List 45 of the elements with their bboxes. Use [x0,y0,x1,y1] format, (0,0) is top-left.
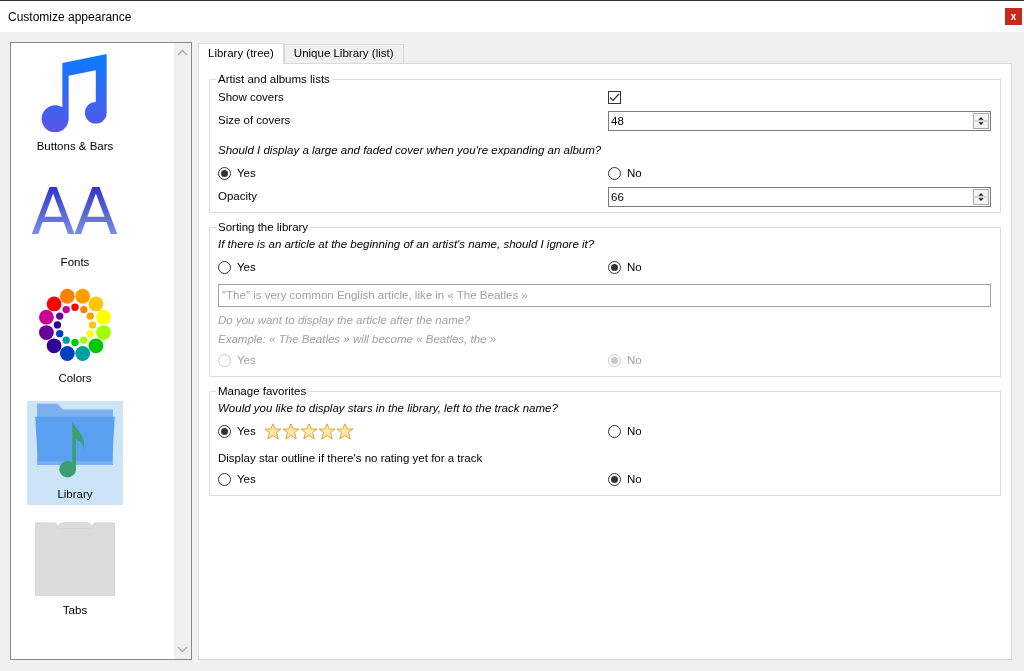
category-label: Buttons & Bars [36,138,114,154]
category-item[interactable]: AA Fonts [27,169,123,273]
radio-option[interactable]: No [608,258,642,277]
close-button[interactable]: x [1005,8,1022,25]
field-label: Size of covers [218,112,291,128]
tab[interactable]: Library (tree) [198,43,284,64]
tab-page-icon [35,521,115,596]
question-text: Would you like to display stars in the library, left to the track name? [218,401,558,417]
radio-option[interactable]: Yes [218,258,256,277]
window-title: Customize appearance [8,8,132,26]
category-item[interactable]: Tabs [27,517,123,621]
category-label: Tabs [62,602,88,618]
question-text: Should I display a large and faded cover when you're expanding an album? [218,143,602,159]
radio-option[interactable]: Yes [218,470,256,489]
radio-option[interactable]: No [608,422,642,441]
radio-option[interactable]: Yes [218,422,256,441]
star-icon [335,423,354,440]
text-field[interactable]: "The" is very common English article, like in « The Beatles » [218,283,991,307]
folder-note-icon [32,402,118,480]
tab[interactable]: Unique Library (list) [283,44,404,63]
number-field[interactable]: 48 [608,110,991,131]
radio-option[interactable]: No [608,470,642,489]
question-text: Example: « The Beatles » will become « Beatles, the » [218,331,497,347]
category-label: Colors [58,370,92,386]
star-icon [281,423,300,440]
checkbox[interactable] [608,91,621,104]
category-item[interactable]: Library [27,401,123,505]
star-icon [263,423,282,440]
number-field[interactable]: 66 [608,186,991,207]
question-text: If there is an article at the beginning of an artist's name, should I ignore it? [218,237,595,253]
group-title: Sorting the library [217,220,310,234]
radio-option[interactable]: No [608,164,642,183]
field-label: Show covers [218,89,284,105]
field-label: Opacity [218,188,257,204]
group-title: Artist and albums lists [217,72,331,86]
question-text: Do you want to display the article after the name? [218,312,471,328]
radio-option[interactable]: Yes [218,164,256,183]
group-title: Manage favorites [217,384,308,398]
field-label: Display star outline if there's no rating yet for a track [218,450,483,466]
category-item[interactable]: Colors [27,285,123,389]
category-label: Library [57,486,93,502]
category-label: Fonts [60,254,90,270]
star-icon [299,423,318,440]
category-item[interactable]: Buttons & Bars [27,53,123,157]
star-icon [317,423,336,440]
